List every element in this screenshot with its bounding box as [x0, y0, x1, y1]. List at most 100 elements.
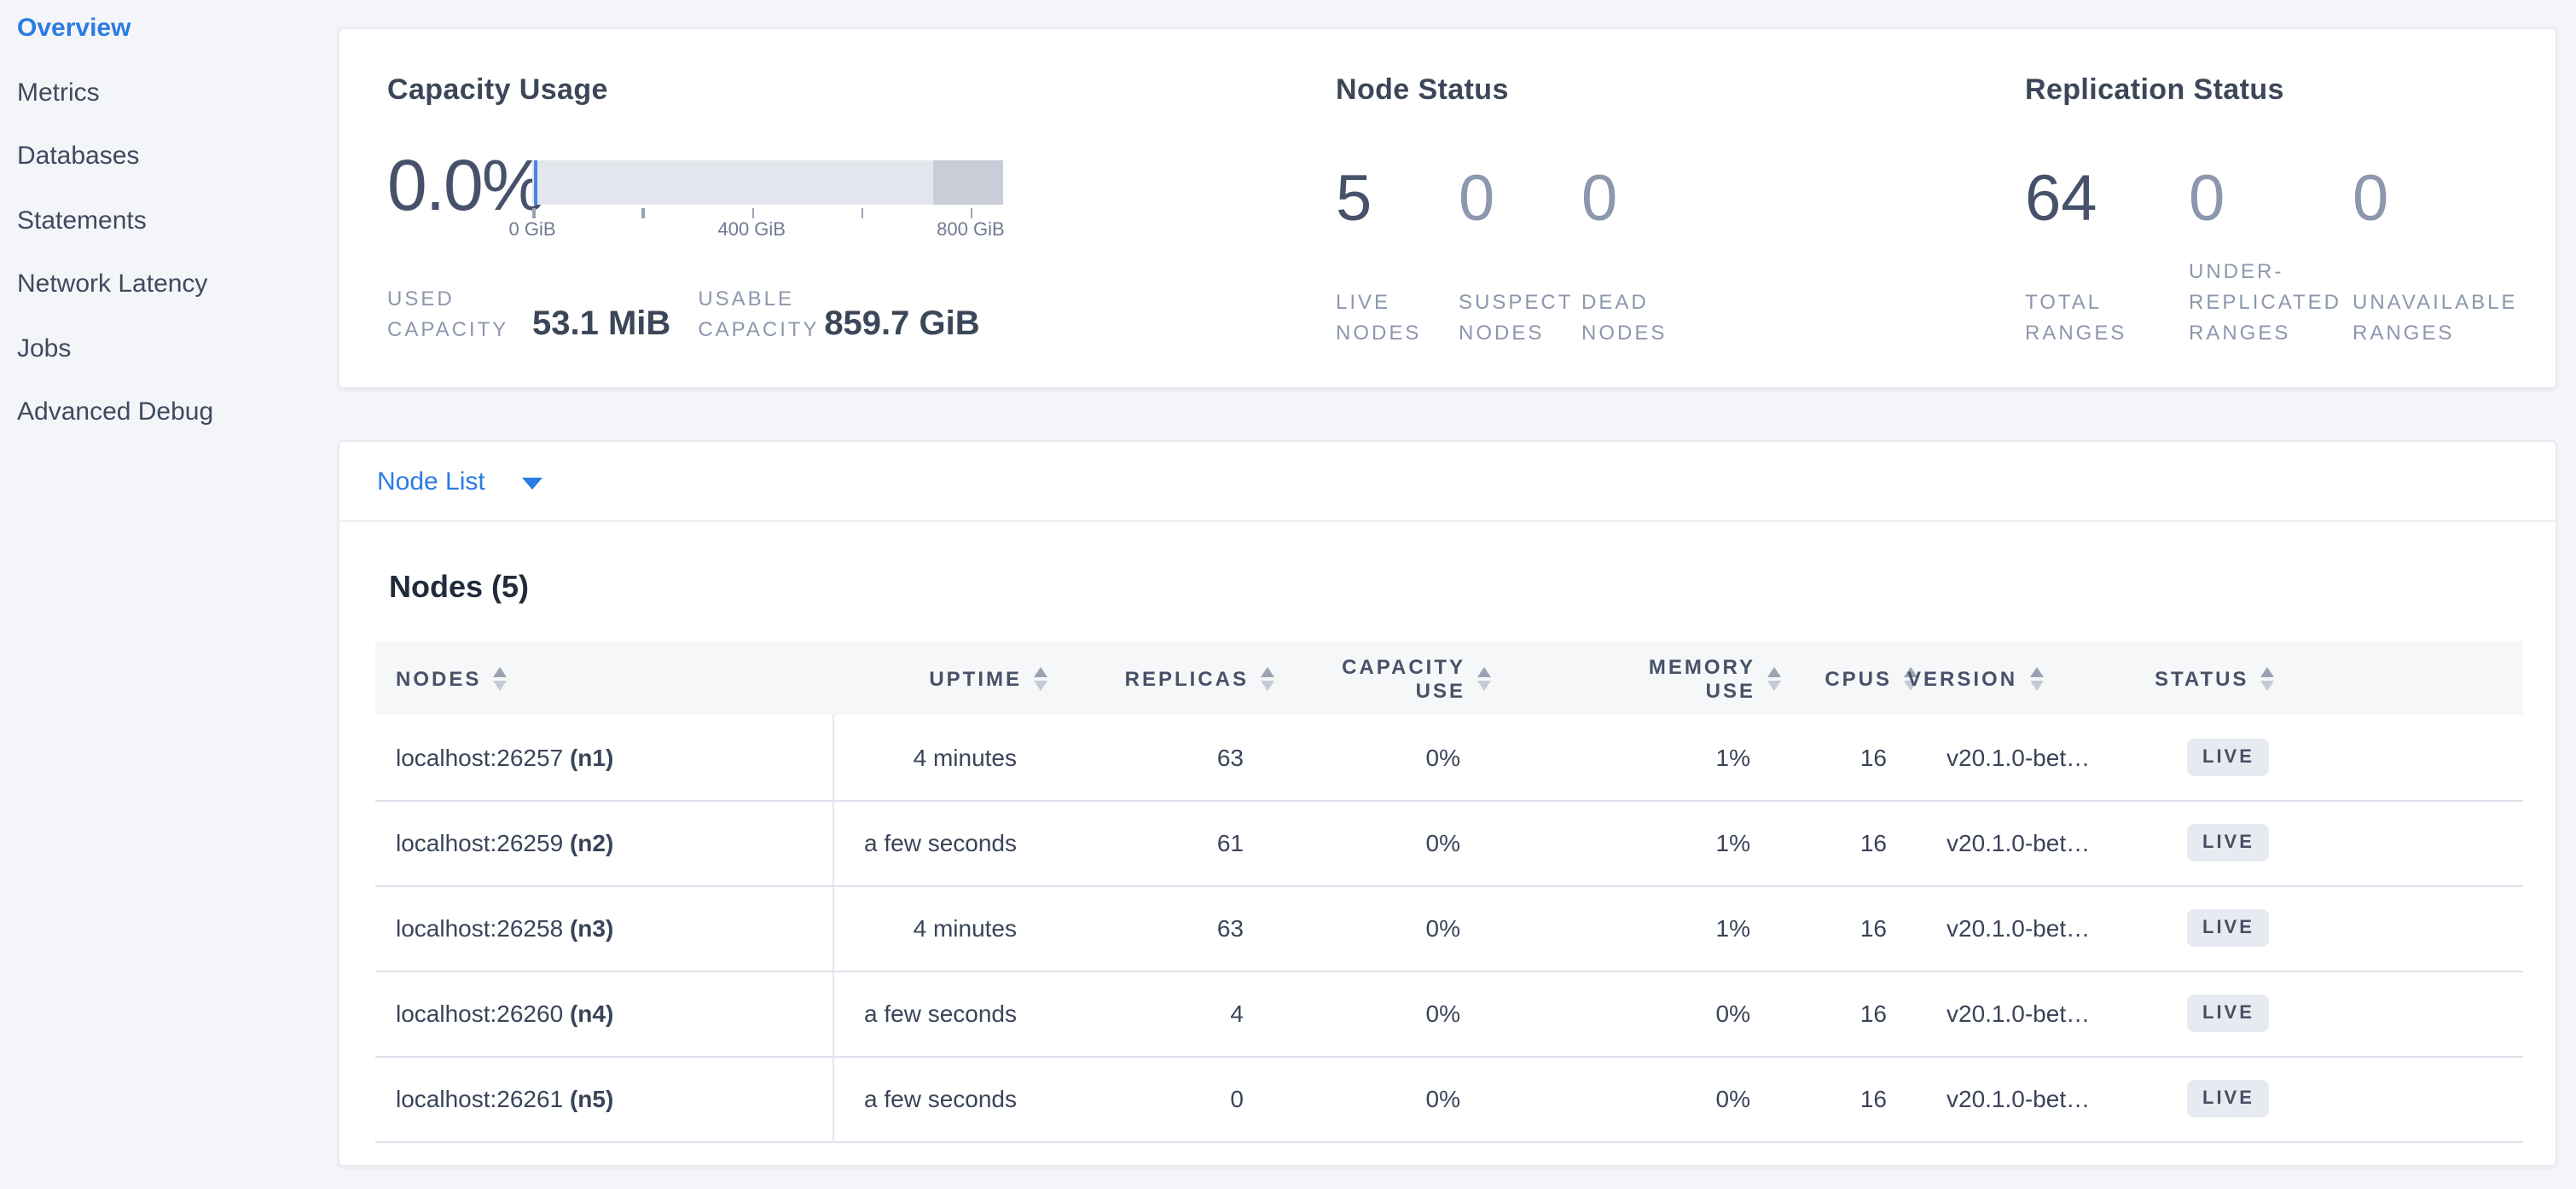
used-capacity-stat: USED CAPACITY 53.1 MiB: [387, 283, 670, 345]
sidebar-item-network-latency[interactable]: Network Latency: [17, 270, 338, 334]
node-replicas-cell: 0: [1017, 1056, 1244, 1141]
sort-arrows-icon: [2029, 667, 2043, 691]
sort-arrows-icon: [1034, 667, 1047, 691]
column-header-replicas[interactable]: REPLICAS: [1017, 641, 1244, 715]
stat-label: UNAVAILABLE RANGES: [2353, 287, 2496, 348]
node-status-stats: 5LIVE NODES0SUSPECT NODES0DEAD NODES: [1336, 165, 2025, 348]
page: OverviewMetricsDatabasesStatementsNetwor…: [0, 0, 2576, 1189]
node-status-cell: LIVE: [2134, 800, 2523, 885]
column-header-label: NODES: [396, 667, 481, 691]
node-cpus-cell: 16: [1750, 885, 1887, 971]
column-header-memory-use[interactable]: MEMORY USE: [1460, 641, 1750, 715]
node-address-link[interactable]: localhost:26257 (n1): [396, 744, 613, 771]
axis-tick-label: 0 GiB: [508, 220, 555, 241]
node-address-cell: localhost:26258 (n3): [375, 885, 833, 971]
column-header-status[interactable]: STATUS: [2134, 641, 2523, 715]
node-capacity-cell: 0%: [1244, 800, 1460, 885]
node-row[interactable]: localhost:26257 (n1)4 minutes630%1%16v20…: [375, 715, 2523, 800]
stat-value: 0: [2189, 165, 2332, 234]
node-address-cell: localhost:26260 (n4): [375, 971, 833, 1056]
node-status-cell: LIVE: [2134, 1056, 2523, 1141]
sidebar-nav: OverviewMetricsDatabasesStatementsNetwor…: [17, 14, 338, 461]
node-capacity-cell: 0%: [1244, 971, 1460, 1056]
node-capacity-cell: 0%: [1244, 715, 1460, 800]
node-address-cell: localhost:26259 (n2): [375, 800, 833, 885]
axis-tick-mark: [642, 208, 645, 218]
capacity-bar: [532, 160, 1003, 205]
node-address-link[interactable]: localhost:26259 (n2): [396, 829, 613, 856]
node-list-body: Nodes (5) NODESUPTIMEREPLICASCAPACITY US…: [339, 522, 2556, 1142]
axis-tick-mark: [751, 208, 754, 218]
node-memory-cell: 1%: [1460, 715, 1750, 800]
stat-dead-nodes: 0DEAD NODES: [1581, 165, 1684, 348]
node-address-link[interactable]: localhost:26261 (n5): [396, 1085, 613, 1112]
replication-status-stats: 64TOTAL RANGES0UNDER-REPLICATED RANGES0U…: [2025, 165, 2516, 348]
column-header-label: VERSION: [1907, 667, 2017, 691]
node-list-card: Node List Nodes (5) NODESUPTIMEREPLICASC…: [338, 440, 2557, 1167]
sidebar-item-metrics[interactable]: Metrics: [17, 78, 338, 142]
nodes-count-title: Nodes (5): [375, 570, 2520, 606]
live-status-badge: LIVE: [2187, 1080, 2270, 1117]
node-address-link[interactable]: localhost:26258 (n3): [396, 914, 613, 942]
node-address-cell: localhost:26261 (n5): [375, 1056, 833, 1141]
sidebar-item-overview[interactable]: Overview: [17, 14, 338, 78]
node-cpus-cell: 16: [1750, 1056, 1887, 1141]
sidebar-item-advanced-debug[interactable]: Advanced Debug: [17, 397, 338, 461]
capacity-axis: 0 GiB400 GiB800 GiB: [532, 205, 1003, 242]
used-capacity-label: USED CAPACITY: [387, 283, 515, 345]
node-memory-cell: 0%: [1460, 971, 1750, 1056]
live-status-badge: LIVE: [2187, 995, 2270, 1032]
node-row[interactable]: localhost:26261 (n5)a few seconds00%0%16…: [375, 1056, 2523, 1141]
node-status-cell: LIVE: [2134, 885, 2523, 971]
node-list-dropdown[interactable]: Node List: [339, 442, 2556, 522]
stat-label: DEAD NODES: [1581, 287, 1684, 348]
axis-tick-label: 800 GiB: [937, 220, 1005, 241]
sidebar-item-jobs[interactable]: Jobs: [17, 334, 338, 397]
column-header-capacity-use[interactable]: CAPACITY USE: [1244, 641, 1460, 715]
sidebar-item-databases[interactable]: Databases: [17, 142, 338, 206]
sort-arrows-icon: [2260, 667, 2274, 691]
node-row[interactable]: localhost:26258 (n3)4 minutes630%1%16v20…: [375, 885, 2523, 971]
replication-status-title: Replication Status: [2025, 73, 2516, 107]
node-uptime-cell: a few seconds: [833, 800, 1017, 885]
node-capacity-cell: 0%: [1244, 1056, 1460, 1141]
stat-live-nodes: 5LIVE NODES: [1336, 165, 1438, 348]
node-cpus-cell: 16: [1750, 715, 1887, 800]
capacity-usage-section: Capacity Usage 0.0% 0 GiB400 GiB800 GiB …: [387, 73, 1336, 353]
sort-arrows-icon: [1261, 667, 1274, 691]
node-version-cell: v20.1.0-bet…: [1887, 885, 2134, 971]
nodes-table: NODESUPTIMEREPLICASCAPACITY USEMEMORY US…: [375, 641, 2523, 1142]
node-uptime-cell: a few seconds: [833, 1056, 1017, 1141]
node-row[interactable]: localhost:26260 (n4)a few seconds40%0%16…: [375, 971, 2523, 1056]
capacity-bar-used-fill: [534, 160, 537, 205]
stat-unavailable-ranges: 0 UNAVAILABLE RANGES: [2353, 165, 2496, 348]
stat-label: SUSPECT NODES: [1459, 287, 1561, 348]
stat-value: 64: [2025, 165, 2168, 234]
node-memory-cell: 1%: [1460, 885, 1750, 971]
live-status-badge: LIVE: [2187, 739, 2270, 776]
column-header-version[interactable]: VERSION: [1887, 641, 2134, 715]
column-header-nodes[interactable]: NODES: [375, 641, 833, 715]
node-status-cell: LIVE: [2134, 715, 2523, 800]
stat-total-ranges: 64TOTAL RANGES: [2025, 165, 2168, 348]
node-row[interactable]: localhost:26259 (n2)a few seconds610%1%1…: [375, 800, 2523, 885]
node-status-title: Node Status: [1336, 73, 2025, 107]
node-uptime-cell: 4 minutes: [833, 885, 1017, 971]
capacity-stats: USED CAPACITY 53.1 MiB USABLE CAPACITY 8…: [387, 283, 1336, 345]
node-status-cell: LIVE: [2134, 971, 2523, 1056]
stat-under-replicated-ranges: 0UNDER-REPLICATED RANGES: [2189, 165, 2332, 348]
main-content: Capacity Usage 0.0% 0 GiB400 GiB800 GiB …: [338, 27, 2557, 1167]
node-version-cell: v20.1.0-bet…: [1887, 1056, 2134, 1141]
node-version-cell: v20.1.0-bet…: [1887, 800, 2134, 885]
live-status-badge: LIVE: [2187, 909, 2270, 947]
column-header-label: UPTIME: [929, 667, 1022, 691]
column-header-label: CAPACITY USE: [1319, 654, 1465, 702]
sidebar-item-statements[interactable]: Statements: [17, 206, 338, 270]
node-memory-cell: 1%: [1460, 800, 1750, 885]
node-replicas-cell: 4: [1017, 971, 1244, 1056]
column-header-uptime[interactable]: UPTIME: [833, 641, 1017, 715]
sidebar: OverviewMetricsDatabasesStatementsNetwor…: [0, 0, 338, 1189]
column-header-label: CPUS: [1825, 667, 1892, 691]
node-address-link[interactable]: localhost:26260 (n4): [396, 1000, 613, 1027]
stat-value: 0: [2353, 165, 2496, 234]
